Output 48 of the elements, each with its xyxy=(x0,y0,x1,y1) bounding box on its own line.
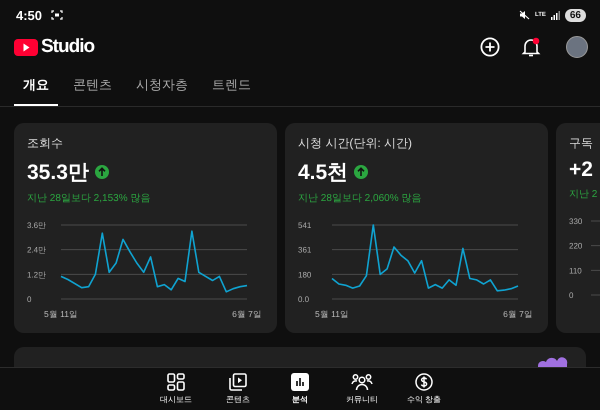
comparison-text: 지난 28일보다 2,153% 많음 xyxy=(27,192,152,205)
y-axis-label: 541 xyxy=(298,221,312,230)
metric-value: 4.5천 xyxy=(298,160,348,186)
metric-value: +2 xyxy=(569,158,593,182)
status-time: 4:50 xyxy=(16,8,42,22)
notification-bell-icon[interactable] xyxy=(521,36,541,58)
nav-item[interactable]: 커뮤니티 xyxy=(338,368,386,410)
avatar[interactable] xyxy=(566,36,588,58)
play-logo-icon xyxy=(14,38,38,56)
nav-item[interactable]: 콘텐츠 xyxy=(214,368,262,410)
nav-item[interactable]: 분석 xyxy=(276,368,324,410)
y-axis-label: 1.2만 xyxy=(27,270,46,280)
dollar-coin-icon xyxy=(415,373,433,391)
y-axis-label: 180 xyxy=(298,270,312,280)
comparison-text: 지난 28일보다 2,060% 많음 xyxy=(298,192,422,205)
y-axis-label: 0 xyxy=(27,295,32,304)
tab[interactable]: 콘텐츠 xyxy=(64,72,121,106)
mute-icon xyxy=(518,10,530,20)
y-axis-label: 0 xyxy=(569,291,574,300)
tab[interactable]: 트렌드 xyxy=(203,72,260,106)
y-axis-label: 2.4만 xyxy=(27,246,46,255)
metric-value: 35.3만 xyxy=(27,160,89,186)
tab[interactable]: 개요 xyxy=(14,72,58,106)
logo-text: Studio xyxy=(41,36,94,58)
comparison-text: 지난 2 xyxy=(569,188,598,201)
nav-item[interactable]: 대시보드 xyxy=(152,368,200,410)
metric-title: 조회수 xyxy=(27,135,64,152)
y-axis-label: 0.0 xyxy=(298,295,310,304)
people-icon xyxy=(351,373,373,391)
nav-item[interactable]: 수익 창출 xyxy=(400,368,448,410)
y-axis-label: 3.6만 xyxy=(27,221,46,230)
tab[interactable]: 시청자층 xyxy=(127,72,197,106)
y-axis-label: 361 xyxy=(298,246,312,255)
y-axis-label: 330 xyxy=(569,217,582,226)
x-axis-label: 6월 7일 xyxy=(232,309,262,319)
screenshot-icon xyxy=(51,10,64,20)
y-axis-label: 110 xyxy=(569,266,582,276)
battery-indicator: 66 xyxy=(564,8,586,22)
x-axis-label: 5월 11일 xyxy=(44,309,78,319)
x-axis-label: 6월 7일 xyxy=(503,309,533,319)
add-icon[interactable] xyxy=(480,37,500,57)
x-axis-label: 5월 11일 xyxy=(315,309,349,319)
dashboard-icon xyxy=(167,373,185,391)
y-axis-label: 220 xyxy=(569,242,582,251)
metric-title: 구독 xyxy=(569,135,594,152)
signal-icon xyxy=(550,10,560,20)
metric-title: 시청 시간(단위: 시간) xyxy=(298,135,413,152)
video-library-icon xyxy=(229,373,247,391)
